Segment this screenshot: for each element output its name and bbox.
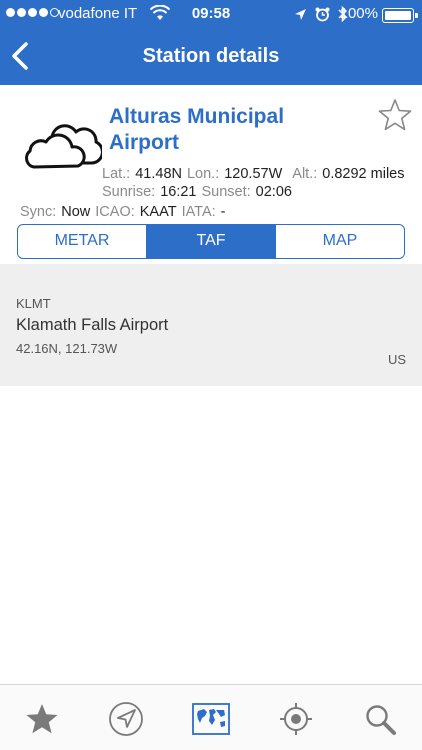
- list-item[interactable]: KLMT Klamath Falls Airport 42.16N, 121.7…: [0, 264, 422, 386]
- lon-value: 120.57W: [224, 166, 283, 182]
- segment-taf[interactable]: TAF: [147, 225, 276, 258]
- navigation-arrow-icon[interactable]: [106, 699, 146, 739]
- location-services-icon: [294, 8, 307, 25]
- battery-icon: [382, 8, 418, 23]
- nearby-station-list: KLMT Klamath Falls Airport 42.16N, 121.7…: [0, 264, 422, 386]
- view-segmented-control: METAR TAF MAP: [17, 224, 405, 259]
- icao-label: ICAO:: [95, 204, 135, 220]
- station-name: Alturas Municipal Airport: [109, 105, 285, 154]
- page-title: Station details: [142, 45, 280, 67]
- iata-value: -: [220, 204, 226, 220]
- search-icon[interactable]: [360, 699, 400, 739]
- sync-value: Now: [61, 204, 91, 220]
- sun-times-row: Sunrise: 16:21 Sunset: 02:06: [102, 184, 292, 200]
- alarm-icon: [315, 7, 330, 26]
- segment-map[interactable]: MAP: [276, 225, 404, 258]
- navigation-bar: Station details: [0, 28, 422, 85]
- star-outline-icon[interactable]: [377, 97, 413, 133]
- icao-value: KAAT: [139, 204, 177, 220]
- star-icon[interactable]: [22, 699, 62, 739]
- sunrise-label: Sunrise:: [102, 184, 156, 200]
- sunset-label: Sunset:: [201, 184, 251, 200]
- station-code: KLMT: [16, 296, 51, 311]
- lat-value: 41.48N: [135, 166, 182, 182]
- station-coordinates: 42.16N, 121.73W: [16, 341, 118, 356]
- world-map-icon[interactable]: [191, 699, 231, 739]
- cloud-icon: [22, 123, 104, 171]
- alt-value: 0.8292 miles: [322, 166, 405, 182]
- locate-icon[interactable]: [276, 699, 316, 739]
- coordinates-row: Lat.: 41.48N Lon.: 120.57W Alt.: 0.8292 miles: [102, 166, 404, 182]
- tab-bar: [0, 684, 422, 750]
- iata-label: IATA:: [181, 204, 216, 220]
- lon-label: Lon.:: [186, 166, 220, 182]
- alt-label: Alt.:: [292, 166, 318, 182]
- segment-metar[interactable]: METAR: [18, 225, 147, 258]
- sunset-value: 02:06: [255, 184, 292, 200]
- station-item-name: Klamath Falls Airport: [16, 316, 169, 334]
- lat-label: Lat.:: [102, 166, 131, 182]
- sync-label: Sync:: [20, 204, 57, 220]
- station-country: US: [387, 352, 406, 367]
- status-bar: vodafone IT 09:58 100%: [0, 0, 422, 28]
- sunrise-value: 16:21: [160, 184, 197, 200]
- battery-percentage: 100%: [339, 5, 378, 22]
- codes-row: Sync: Now ICAO: KAAT IATA: -: [20, 204, 226, 220]
